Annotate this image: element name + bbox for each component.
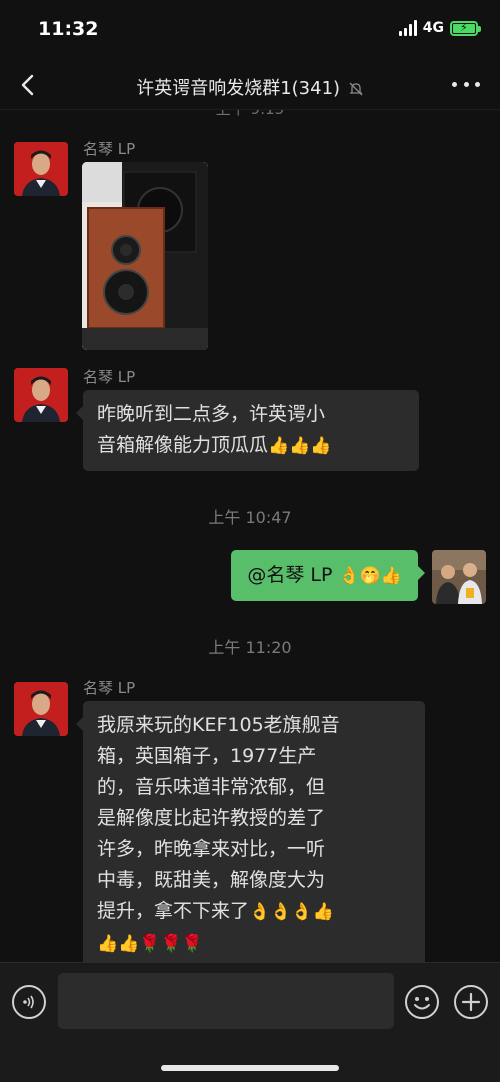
mention-text: @名琴 LP (247, 564, 333, 586)
sender-name: 名琴 LP (83, 679, 136, 697)
ok-hand-icon: 👌👌👌👍 (249, 902, 334, 922)
avatar[interactable] (14, 368, 68, 422)
chat-title-row[interactable]: 许英谔音响发烧群1(341) (0, 74, 500, 100)
avatar[interactable] (14, 682, 68, 736)
plus-icon (461, 992, 481, 1012)
message-line: 昨晚听到二点多，许英谔小 (97, 403, 326, 425)
message-line: 箱，英国箱子，1977生产 (97, 745, 317, 767)
sender-name: 名琴 LP (83, 368, 136, 386)
message-line: 提升，拿不下来了👌👌👌👍 (97, 896, 411, 928)
chat-title: 许英谔音响发烧群1(341) (136, 78, 341, 99)
emoji-button[interactable] (405, 985, 439, 1019)
nav-bar: 许英谔音响发烧群1(341) (0, 60, 500, 110)
message-line: 音箱解像能力顶瓜瓜👍👍👍 (97, 430, 405, 462)
avatar[interactable] (14, 142, 68, 196)
self-avatar[interactable] (432, 550, 486, 604)
message-line-text: 音箱解像能力顶瓜瓜 (97, 434, 269, 456)
text-message[interactable]: 我原来玩的KEF105老旗舰音 箱，英国箱子，1977生产 的，音乐味道非常浓郁… (76, 701, 425, 962)
status-indicators: 4G ⚡ (398, 20, 481, 36)
self-text-message[interactable]: @名琴 LP 👌🤭👍 (231, 550, 425, 601)
timestamp: 上午 10:47 (208, 508, 292, 527)
sender-name: 名琴 LP (83, 140, 136, 158)
home-indicator[interactable] (161, 1065, 339, 1071)
timestamp: 上午 11:20 (208, 638, 292, 657)
more-dot (463, 81, 469, 87)
message-line: 是解像度比起许教授的差了 (97, 807, 326, 829)
mute-bell-icon (349, 82, 363, 96)
image-message[interactable] (82, 162, 208, 350)
clipped-timestamp: 上午 9:15 (0, 110, 500, 119)
message-line: 我原来玩的KEF105老旗舰音 (97, 714, 340, 736)
battery-icon: ⚡ (450, 20, 481, 36)
message-input[interactable] (58, 973, 394, 1029)
message-line-text: 提升，拿不下来了 (97, 900, 250, 922)
message-line: 的，音乐味道非常浓郁，但 (97, 776, 326, 798)
rose-icon: 👍👍🌹🌹🌹 (97, 934, 203, 954)
thumbs-up-icon: 👍👍👍 (268, 436, 332, 456)
more-button[interactable] (452, 74, 480, 94)
signal-icon (398, 20, 417, 36)
ok-hand-icon: 👌🤭👍 (338, 566, 402, 586)
message-line: 许多，昨晚拿来对比，一听 (97, 838, 326, 860)
network-label: 4G (422, 20, 444, 36)
voice-icon (23, 995, 34, 1009)
input-bar (0, 962, 500, 1082)
status-time: 11:32 (38, 18, 99, 40)
more-dot (475, 81, 480, 87)
voice-button[interactable] (12, 985, 46, 1019)
text-message[interactable]: 昨晚听到二点多，许英谔小 音箱解像能力顶瓜瓜👍👍👍 (76, 390, 419, 471)
message-line: 中毒，既甜美，解像度大为 (97, 869, 326, 891)
plus-button[interactable] (454, 985, 488, 1019)
more-dot (452, 81, 457, 87)
status-bar: 11:32 4G ⚡ (0, 0, 500, 60)
message-line: 👍👍🌹🌹🌹 (97, 928, 411, 960)
chat-scroll-area[interactable]: 上午 9:15 名琴 LP (0, 110, 500, 962)
emoji-face-icon (414, 997, 430, 1010)
